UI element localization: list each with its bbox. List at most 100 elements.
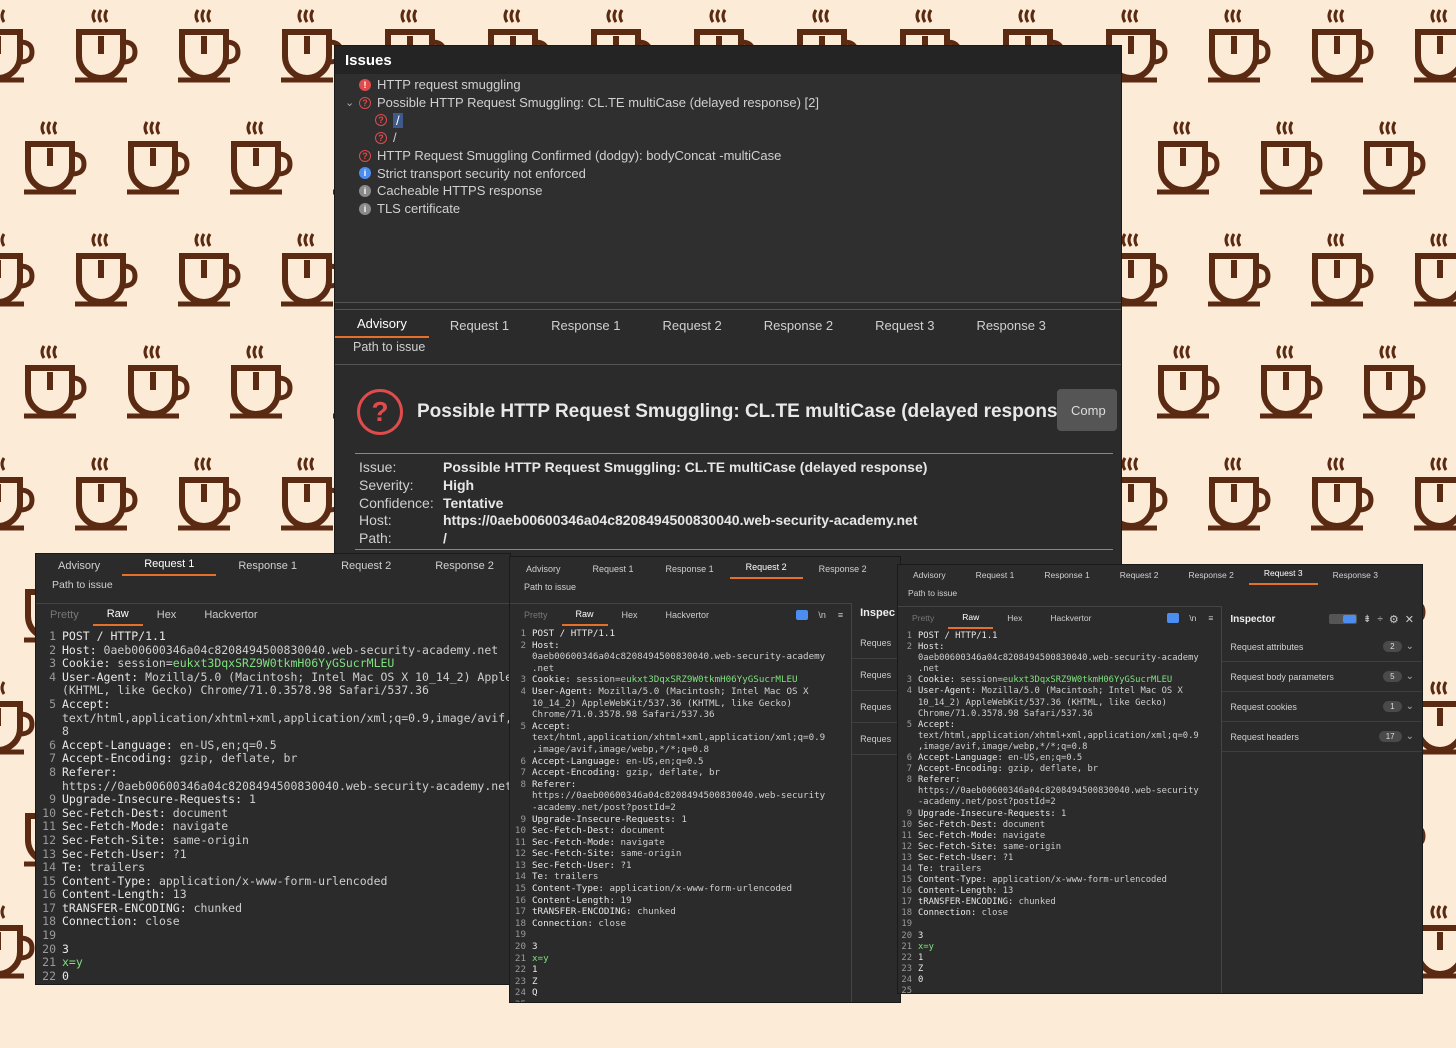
issue-row[interactable]: ? / <box>335 111 1121 129</box>
editor-tab-pretty[interactable]: Pretty <box>898 608 948 628</box>
chevron-down-icon[interactable]: ⌄ <box>1406 701 1414 712</box>
tab-request-1[interactable]: Request 1 <box>122 554 217 576</box>
inspector-section-request-cookies[interactable]: Request cookies 1 ⌄ <box>1222 692 1422 722</box>
tab-advisory[interactable]: Advisory <box>36 556 122 576</box>
editor-tab-hex[interactable]: Hex <box>143 605 191 625</box>
tab-request-2[interactable]: Request 2 <box>642 312 743 338</box>
tab-response-1[interactable]: Response 1 <box>650 559 730 579</box>
editor-tab-hex[interactable]: Hex <box>608 605 652 625</box>
tab-request-3[interactable]: Request 3 <box>1248 565 1318 585</box>
code-line: 4 User-Agent: Mozilla/5.0 (Macintosh; Int… <box>898 686 1221 697</box>
menu-icon[interactable]: ≡ <box>1208 613 1213 623</box>
line-number: 25 <box>901 986 912 993</box>
code-line: 1 POST / HTTP/1.1 <box>510 628 851 640</box>
issue-row[interactable]: i TLS certificate <box>335 200 1121 218</box>
editor-tab-hex[interactable]: Hex <box>993 608 1036 628</box>
close-icon[interactable]: ✕ <box>1405 613 1414 626</box>
word-wrap-toggle-icon[interactable] <box>1167 613 1180 623</box>
code-line: text/html,application/xhtml+xml,applicat… <box>898 731 1221 742</box>
tab-request-2[interactable]: Request 2 <box>319 556 413 576</box>
header-key: Content-Type: <box>918 875 993 886</box>
tab-advisory[interactable]: Advisory <box>335 310 429 338</box>
issue-row[interactable]: i Strict transport security not enforced <box>335 164 1121 182</box>
tab-response-2[interactable]: Response 2 <box>413 556 510 576</box>
tab-request-1[interactable]: Request 1 <box>429 312 530 338</box>
inspector-section-request-headers[interactable]: Request headers 17 ⌄ <box>1222 722 1422 752</box>
tab-response-2[interactable]: Response 2 <box>803 559 883 579</box>
editor-tab-raw[interactable]: Raw <box>561 604 608 626</box>
issue-row[interactable]: ? HTTP Request Smuggling Confirmed (dodgy… <box>335 147 1121 165</box>
tab-request-3[interactable]: Request 3 <box>854 312 955 338</box>
inspector-stub-row[interactable]: Reques <box>852 627 900 659</box>
menu-icon[interactable]: ≡ <box>838 610 843 620</box>
chevron-down-icon[interactable]: ⌄ <box>1406 671 1414 682</box>
inspector-stub-row[interactable]: Reques <box>852 723 900 755</box>
path-to-issue-tab[interactable]: Path to issue <box>510 579 900 600</box>
tab-request-1[interactable]: Request 1 <box>961 565 1030 585</box>
code-line: 12 Sec-Fetch-Site: same-origin <box>510 848 851 860</box>
issue-row[interactable]: ? / <box>335 129 1121 147</box>
header-key: Accept: <box>918 719 956 730</box>
tab-response-2[interactable]: Response 2 <box>1173 565 1248 585</box>
code-line: 22 1 <box>510 964 851 976</box>
tab-response-2[interactable]: Response 2 <box>743 312 854 338</box>
chevron-down-icon[interactable]: ⌄ <box>1406 731 1414 742</box>
path-to-issue-tab[interactable]: Path to issue <box>898 585 1422 606</box>
layout-toggle-icon[interactable] <box>1329 614 1358 624</box>
split-icon[interactable]: ÷ <box>1377 614 1383 625</box>
tab-response-3[interactable]: Response 3 <box>955 312 1066 338</box>
header-key: Te: <box>918 863 940 874</box>
path-to-issue-tab[interactable]: Path to issue <box>335 338 1121 364</box>
inspector-section-request-attributes[interactable]: Request attributes 2 ⌄ <box>1222 632 1422 662</box>
editor-tab-pretty[interactable]: Pretty <box>510 605 562 625</box>
editor-tab-pretty[interactable]: Pretty <box>36 605 93 625</box>
align-icon[interactable]: ⇟ <box>1363 614 1371 625</box>
code-line: -academy.net/post?postId=2 <box>898 797 1221 808</box>
code-text: Referer: <box>62 765 117 780</box>
editor-tab-hackvertor[interactable]: Hackvertor <box>1036 608 1105 628</box>
tab-request-1[interactable]: Request 1 <box>577 559 650 579</box>
issue-row[interactable]: i Cacheable HTTPS response <box>335 182 1121 200</box>
line-number: 15 <box>514 883 526 895</box>
editor-tab-raw[interactable]: Raw <box>948 607 994 629</box>
line-number: 22 <box>514 964 526 976</box>
line-number: 23 <box>901 963 912 974</box>
tab-response-1[interactable]: Response 1 <box>216 556 319 576</box>
request-1-editor[interactable]: 1 POST / HTTP/1.1 2 Host: 0aeb00600346a04c8… <box>36 626 510 984</box>
coffee-cup-logo <box>127 346 187 416</box>
code-text: Sec-Fetch-User: ?1 <box>918 853 1013 864</box>
editor-tab-hackvertor[interactable]: Hackvertor <box>652 605 724 625</box>
tab-request-2[interactable]: Request 2 <box>1105 565 1174 585</box>
code-text: Sec-Fetch-Mode: navigate <box>532 837 665 849</box>
request-2-editor[interactable]: 1 POST / HTTP/1.1 2 Host: 0aeb00600346a04c82… <box>510 626 852 1002</box>
gear-icon[interactable]: ⚙ <box>1389 613 1399 626</box>
inspector-stub-row[interactable]: Reques <box>852 659 900 691</box>
tab-advisory[interactable]: Advisory <box>510 559 577 579</box>
chevron-down-icon[interactable]: ⌄ <box>345 96 359 109</box>
tab-response-1[interactable]: Response 1 <box>530 312 641 338</box>
request-3-editor[interactable]: 1 POST / HTTP/1.1 2 Host: 0aeb00600346a04c82… <box>898 629 1222 993</box>
code-text: .net <box>532 663 554 675</box>
line-number: 6 <box>49 737 56 752</box>
code-line: 15 Content-Type: application/x-www-form-u… <box>36 874 510 889</box>
comp-button[interactable]: Comp <box>1057 389 1117 431</box>
tab-response-1[interactable]: Response 1 <box>1029 565 1104 585</box>
inspector-stub-row[interactable]: Reques <box>852 691 900 723</box>
line-number <box>898 742 912 753</box>
inspector-section-request-body-parameters[interactable]: Request body parameters 5 ⌄ <box>1222 662 1422 692</box>
header-value: Mozilla/5.0 (Macintosh; Intel Mac OS X <box>598 685 809 697</box>
path-to-issue-tab[interactable]: Path to issue <box>36 576 510 597</box>
newline-toggle[interactable]: \n <box>818 610 826 620</box>
tab-response-3[interactable]: Response 3 <box>1318 565 1393 585</box>
tab-advisory[interactable]: Advisory <box>898 565 961 585</box>
word-wrap-toggle-icon[interactable] <box>796 610 809 620</box>
newline-toggle[interactable]: \n <box>1189 613 1196 623</box>
issue-row[interactable]: ⌄? Possible HTTP Request Smuggling: CL.TE… <box>335 94 1121 112</box>
issue-row[interactable]: ! HTTP request smuggling <box>335 76 1121 94</box>
code-line: -academy.net/post?postId=2 <box>510 802 851 814</box>
editor-tab-raw[interactable]: Raw <box>92 604 143 626</box>
coffee-cup-logo <box>75 234 135 304</box>
chevron-down-icon[interactable]: ⌄ <box>1406 641 1414 652</box>
editor-tab-hackvertor[interactable]: Hackvertor <box>190 605 271 625</box>
tab-request-2[interactable]: Request 2 <box>729 557 803 579</box>
